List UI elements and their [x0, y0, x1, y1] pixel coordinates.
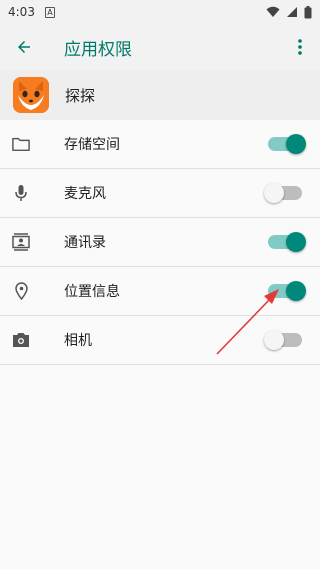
- permission-row-contacts[interactable]: 通讯录: [0, 218, 320, 267]
- microphone-icon: [15, 185, 27, 201]
- permission-label: 位置信息: [64, 284, 120, 300]
- contacts-icon: [12, 233, 30, 251]
- location-toggle[interactable]: [268, 281, 306, 301]
- microphone-toggle[interactable]: [264, 183, 302, 203]
- arrow-back-icon: [18, 41, 30, 53]
- permission-label: 麦克风: [64, 186, 106, 202]
- permission-label: 相机: [64, 333, 92, 349]
- folder-icon: [12, 137, 30, 152]
- app-bar: 应用权限: [0, 24, 320, 70]
- more-options-button[interactable]: [280, 24, 320, 70]
- contacts-toggle[interactable]: [268, 232, 306, 252]
- page-title: 应用权限: [64, 39, 132, 60]
- app-header: 探探: [0, 70, 320, 120]
- storage-toggle[interactable]: [268, 134, 306, 154]
- permission-list: 存储空间 麦克风 通讯录 位置信息 相机: [0, 120, 320, 365]
- permission-row-microphone[interactable]: 麦克风: [0, 169, 320, 218]
- status-time: 4:03: [8, 5, 35, 19]
- camera-toggle[interactable]: [264, 330, 302, 350]
- permission-row-storage[interactable]: 存储空间: [0, 120, 320, 169]
- status-icons: [266, 5, 312, 19]
- app-name: 探探: [65, 86, 96, 105]
- wifi-icon: [266, 6, 280, 17]
- permission-label: 通讯录: [64, 235, 106, 251]
- notification-icon: A: [44, 6, 55, 18]
- camera-icon: [13, 333, 29, 347]
- back-button[interactable]: [0, 24, 48, 70]
- more-vert-icon: [298, 39, 302, 55]
- status-bar: 4:03 A: [0, 0, 320, 24]
- permission-label: 存储空间: [64, 137, 120, 153]
- permission-row-camera[interactable]: 相机: [0, 316, 320, 365]
- fox-app-icon: [13, 77, 49, 113]
- permission-row-location[interactable]: 位置信息: [0, 267, 320, 316]
- location-icon: [14, 282, 28, 300]
- signal-icon: [287, 7, 297, 17]
- battery-icon: [304, 5, 312, 18]
